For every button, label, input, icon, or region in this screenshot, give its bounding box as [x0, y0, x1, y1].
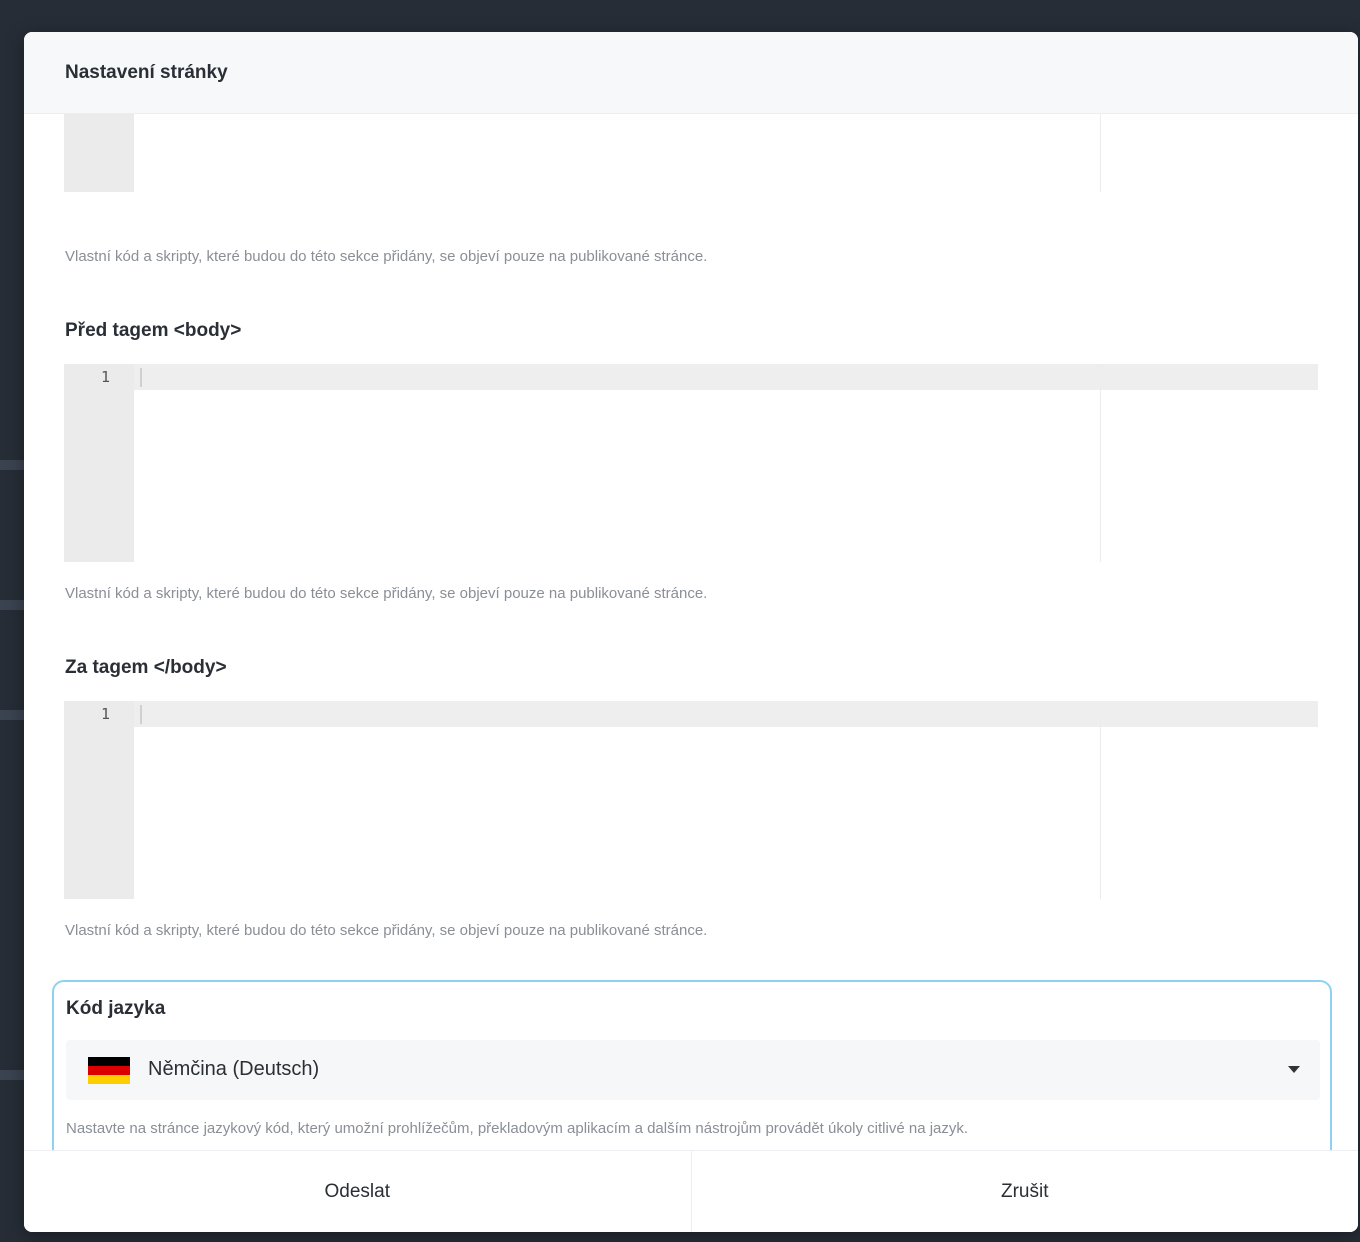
backdrop-stripe: [0, 600, 24, 610]
editor-gutter: [64, 114, 134, 192]
modal-header: Nastavení stránky: [24, 32, 1358, 114]
language-code-help: Nastavte na stránce jazykový kód, který …: [66, 1120, 969, 1137]
before-body-code-editor[interactable]: 1: [64, 364, 1318, 562]
modal-body[interactable]: Vlastní kód a skripty, které budou do té…: [24, 114, 1358, 1150]
editor-gutter: 1: [64, 701, 134, 899]
after-body-help: Vlastní kód a skripty, které budou do té…: [65, 922, 708, 939]
submit-button[interactable]: Odeslat: [24, 1151, 691, 1232]
backdrop-stripe: [0, 1070, 24, 1080]
editor-print-margin: [1100, 364, 1101, 562]
backdrop-stripe: [0, 710, 24, 720]
chevron-down-icon[interactable]: [1288, 1066, 1300, 1073]
flag-stripe: [88, 1075, 130, 1084]
backdrop-stripe: [0, 460, 24, 470]
editor-print-margin: [1100, 114, 1101, 192]
editor-cursor: [140, 705, 142, 724]
head-code-help: Vlastní kód a skripty, které budou do té…: [65, 248, 708, 265]
before-body-help: Vlastní kód a skripty, které budou do té…: [65, 585, 708, 602]
flag-stripe: [88, 1057, 130, 1066]
before-body-label: Před tagem <body>: [65, 320, 242, 341]
flag-germany-icon: [88, 1057, 130, 1084]
editor-active-line: [134, 701, 1318, 727]
editor-active-line: [134, 364, 1318, 390]
language-select-value: Němčina (Deutsch): [148, 1058, 320, 1080]
language-code-label: Kód jazyka: [66, 998, 166, 1019]
modal-title: Nastavení stránky: [65, 62, 228, 83]
flag-stripe: [88, 1066, 130, 1075]
modal-footer: Odeslat Zrušit: [24, 1150, 1358, 1232]
language-code-section: Kód jazyka Němčina (Deutsch) Nastavte na…: [52, 980, 1332, 1150]
editor-print-margin: [1100, 701, 1101, 899]
line-number: 1: [100, 368, 110, 386]
head-code-editor[interactable]: [64, 114, 1318, 192]
editor-gutter: 1: [64, 364, 134, 562]
after-body-code-editor[interactable]: 1: [64, 701, 1318, 899]
cancel-button[interactable]: Zrušit: [691, 1151, 1358, 1232]
after-body-label: Za tagem </body>: [65, 657, 227, 678]
page-settings-modal: Nastavení stránky Vlastní kód a skripty,…: [24, 32, 1358, 1232]
editor-cursor: [140, 368, 142, 387]
language-select[interactable]: Němčina (Deutsch): [66, 1040, 1320, 1100]
line-number: 1: [100, 705, 110, 723]
